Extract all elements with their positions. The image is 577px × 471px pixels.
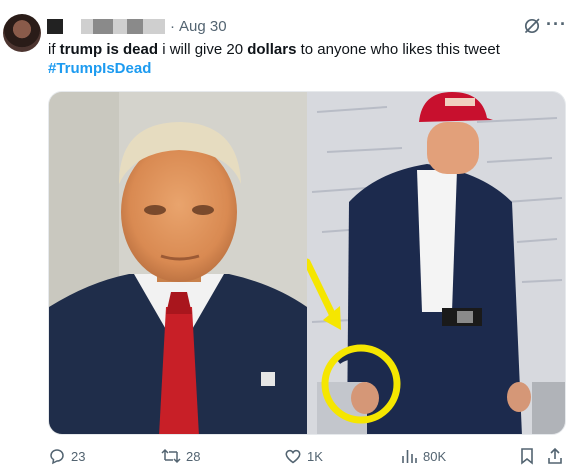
views-icon (402, 450, 417, 463)
portrait-photo[interactable] (49, 92, 307, 434)
share-button[interactable] (546, 447, 569, 465)
like-icon (285, 449, 301, 464)
grok-icon[interactable] (523, 17, 541, 35)
tweet-text-bold: dollars (247, 41, 297, 58)
reply-button[interactable]: 23 (48, 447, 85, 465)
repost-button[interactable]: 28 (161, 447, 200, 465)
repost-count: 28 (186, 448, 201, 464)
hashtag-link[interactable]: #TrumpIsDead (48, 60, 151, 77)
views-button[interactable]: 80K (400, 447, 446, 465)
like-count: 1K (307, 448, 323, 464)
tweet-text-part: if (48, 41, 60, 58)
redacted-handle (143, 18, 165, 34)
tweet-text: if trump is dead i will give 20 dollars … (48, 40, 568, 60)
standing-photo[interactable] (303, 92, 565, 434)
tweet-text-part: i will give 20 (158, 41, 248, 58)
tweet-header: · Aug 30 (47, 16, 227, 36)
redacted-handle (93, 18, 113, 34)
reply-icon (50, 449, 64, 465)
action-bar: 23 28 1K 80K (48, 447, 568, 469)
views-count: 80K (423, 448, 447, 464)
bookmark-button[interactable] (519, 447, 540, 465)
redacted-handle (113, 18, 127, 34)
redacted-handle (127, 18, 143, 34)
redacted-handle (81, 18, 93, 34)
header-separator: · (170, 17, 175, 35)
tweet-text-part: to anyone who likes this tweet (296, 41, 500, 58)
media-grid[interactable] (48, 91, 566, 435)
tweet-text-bold: trump is dead (59, 41, 159, 58)
share-icon (548, 447, 562, 464)
bookmark-icon (521, 448, 533, 465)
more-icon[interactable]: ··· (546, 15, 566, 35)
repost-icon (161, 448, 181, 464)
post-date[interactable]: Aug 30 (179, 18, 227, 35)
reply-count: 23 (71, 448, 86, 464)
avatar[interactable] (3, 14, 41, 52)
standing-illustration (303, 92, 565, 434)
portrait-illustration (49, 92, 307, 434)
like-button[interactable]: 1K (284, 447, 323, 465)
redacted-name (47, 18, 63, 34)
